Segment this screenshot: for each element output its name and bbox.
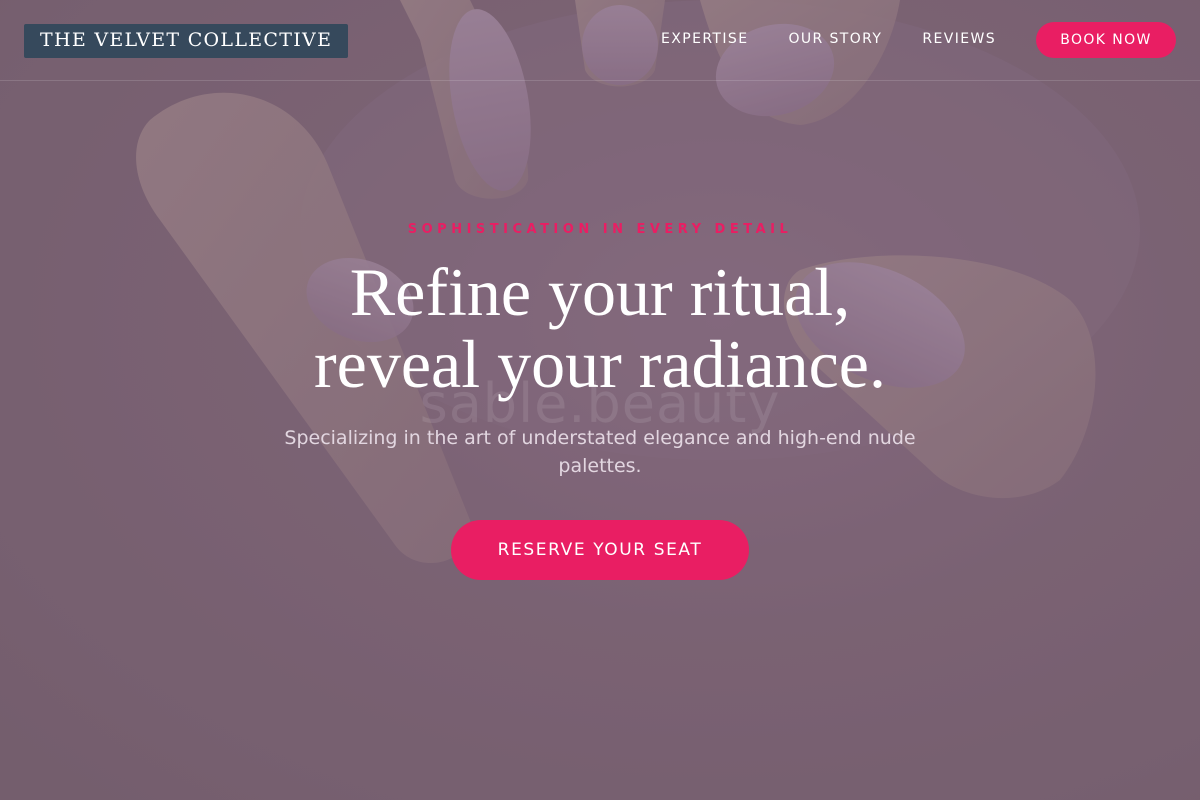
nav-link-expertise[interactable]: EXPERTISE (661, 31, 748, 47)
hero-headline: Refine your ritual, reveal your radiance… (0, 256, 1200, 400)
site-header: THE VELVET COLLECTIVE EXPERTISE OUR STOR… (0, 0, 1200, 81)
nav-link-reviews[interactable]: REVIEWS (922, 31, 996, 47)
nav-link-our-story[interactable]: OUR STORY (788, 31, 882, 47)
hero-subtitle: Specializing in the art of understated e… (284, 427, 916, 477)
hero-eyebrow: SOPHISTICATION IN EVERY DETAIL (407, 222, 793, 237)
book-now-button[interactable]: BOOK NOW (1036, 22, 1176, 58)
brand-logo[interactable]: THE VELVET COLLECTIVE (24, 24, 349, 58)
hero-headline-line-2: reveal your radiance. (314, 326, 886, 402)
main-navigation: EXPERTISE OUR STORY REVIEWS (661, 31, 996, 47)
hero-headline-line-1: Refine your ritual, (349, 254, 851, 330)
reserve-seat-button[interactable]: RESERVE YOUR SEAT (451, 520, 749, 580)
